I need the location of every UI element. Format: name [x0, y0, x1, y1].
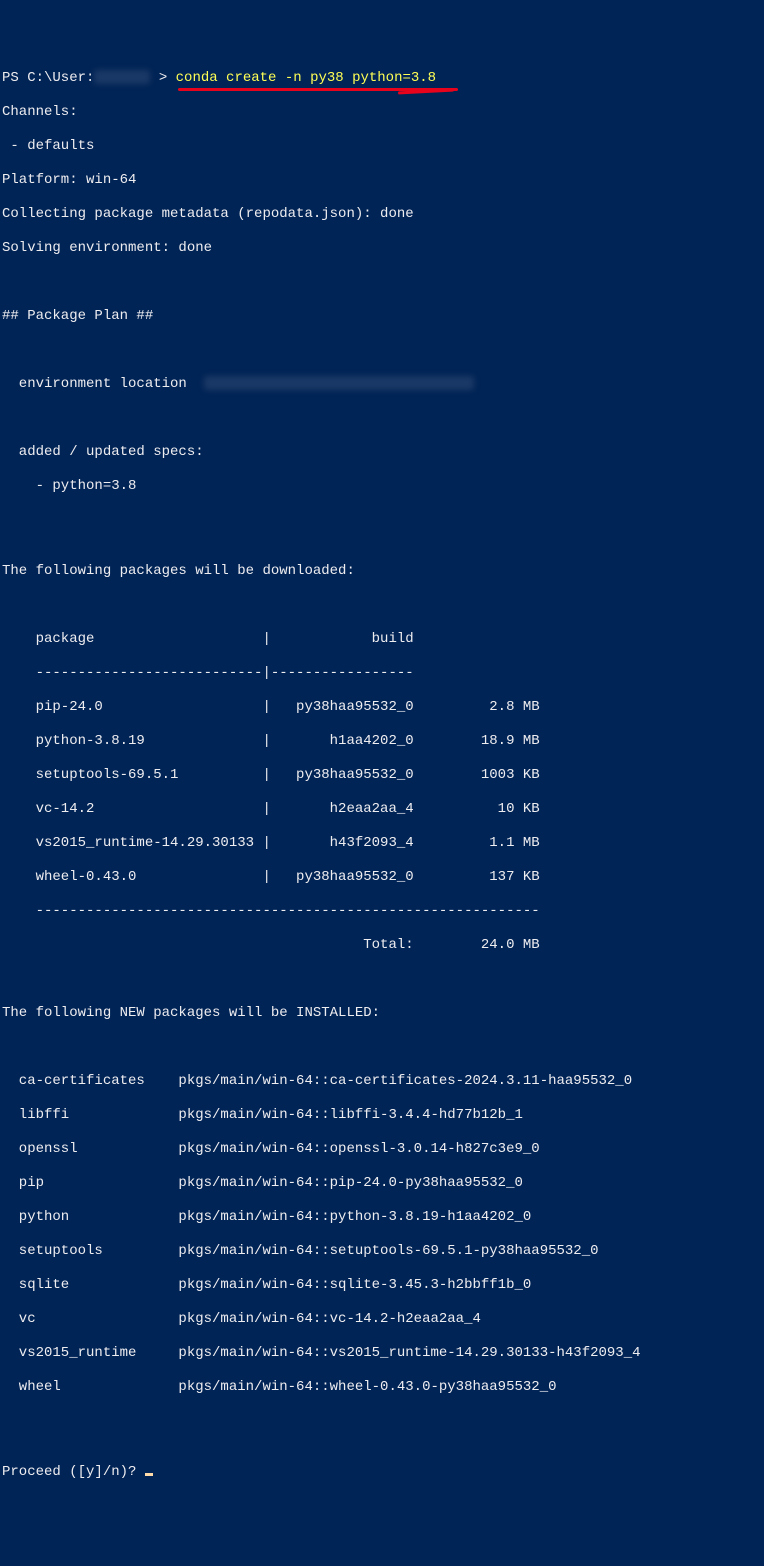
output-line: The following packages will be downloade…	[2, 563, 764, 580]
table-rule: ----------------------------------------…	[2, 903, 764, 920]
prompt-prefix: PS C:\User:	[2, 70, 94, 86]
proceed-label: Proceed ([y]/n)?	[2, 1464, 145, 1480]
table-row: vc-14.2 | h2eaa2aa_4 10 KB	[2, 801, 764, 818]
output-line: Channels:	[2, 104, 764, 121]
install-row: wheel pkgs/main/win-64::wheel-0.43.0-py3…	[2, 1379, 764, 1396]
output-line: added / updated specs:	[2, 444, 764, 461]
output-line: - python=3.8	[2, 478, 764, 495]
redacted-path	[204, 376, 474, 390]
table-row: pip-24.0 | py38haa95532_0 2.8 MB	[2, 699, 764, 716]
prompt-gt: >	[159, 70, 167, 86]
install-row: openssl pkgs/main/win-64::openssl-3.0.14…	[2, 1141, 764, 1158]
install-row: sqlite pkgs/main/win-64::sqlite-3.45.3-h…	[2, 1277, 764, 1294]
install-row: pip pkgs/main/win-64::pip-24.0-py38haa95…	[2, 1175, 764, 1192]
output-line: Collecting package metadata (repodata.js…	[2, 206, 764, 223]
output-line: environment location	[2, 376, 764, 393]
install-row: vc pkgs/main/win-64::vc-14.2-h2eaa2aa_4	[2, 1311, 764, 1328]
install-row: ca-certificates pkgs/main/win-64::ca-cer…	[2, 1073, 764, 1090]
table-header: package | build	[2, 631, 764, 648]
table-rule: ---------------------------|------------…	[2, 665, 764, 682]
command-text: conda create -n py38 python=3.8	[176, 70, 436, 86]
install-row: libffi pkgs/main/win-64::libffi-3.4.4-hd…	[2, 1107, 764, 1124]
cursor-icon	[145, 1473, 153, 1476]
table-row: python-3.8.19 | h1aa4202_0 18.9 MB	[2, 733, 764, 750]
install-row: setuptools pkgs/main/win-64::setuptools-…	[2, 1243, 764, 1260]
output-line: Solving environment: done	[2, 240, 764, 257]
output-line: - defaults	[2, 138, 764, 155]
table-row: wheel-0.43.0 | py38haa95532_0 137 KB	[2, 869, 764, 886]
table-total: Total: 24.0 MB	[2, 937, 764, 954]
table-row: setuptools-69.5.1 | py38haa95532_0 1003 …	[2, 767, 764, 784]
redacted-username	[94, 70, 150, 84]
output-line: The following NEW packages will be INSTA…	[2, 1005, 764, 1022]
install-row: vs2015_runtime pkgs/main/win-64::vs2015_…	[2, 1345, 764, 1362]
proceed-prompt[interactable]: Proceed ([y]/n)?	[2, 1464, 764, 1481]
output-line: Platform: win-64	[2, 172, 764, 189]
prompt-line: PS C:\User: > conda create -n py38 pytho…	[2, 70, 764, 87]
install-row: python pkgs/main/win-64::python-3.8.19-h…	[2, 1209, 764, 1226]
table-row: vs2015_runtime-14.29.30133 | h43f2093_4 …	[2, 835, 764, 852]
output-line: ## Package Plan ##	[2, 308, 764, 325]
